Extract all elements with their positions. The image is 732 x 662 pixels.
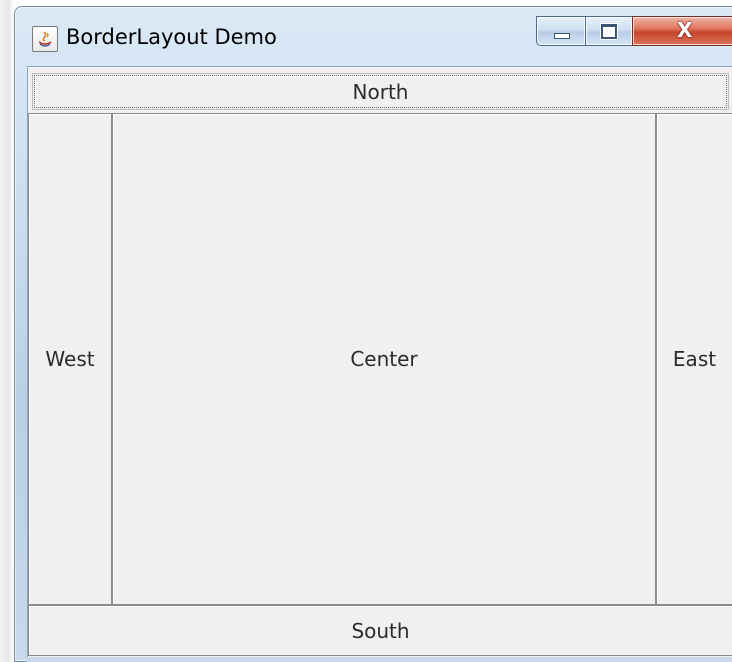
north-button[interactable]: North: [32, 73, 729, 110]
content-pane: North West Center East South: [27, 66, 732, 658]
minimize-icon: [554, 33, 570, 39]
maximize-icon: [601, 24, 617, 39]
east-button[interactable]: East: [656, 113, 732, 605]
window-title: BorderLayout Demo: [66, 25, 277, 49]
desktop-edge: [0, 0, 14, 662]
minimize-button[interactable]: [536, 16, 586, 46]
close-button[interactable]: X: [632, 16, 732, 46]
maximize-button[interactable]: [585, 16, 633, 46]
west-button[interactable]: West: [28, 113, 112, 605]
java-cup-icon: [32, 26, 58, 52]
close-icon: X: [677, 18, 693, 42]
south-button[interactable]: South: [28, 605, 732, 656]
application-window: BorderLayout Demo X North West Center Ea…: [0, 0, 732, 662]
title-bar[interactable]: BorderLayout Demo X: [14, 6, 732, 64]
center-button[interactable]: Center: [112, 113, 656, 605]
window-bottom-border: [27, 657, 732, 662]
